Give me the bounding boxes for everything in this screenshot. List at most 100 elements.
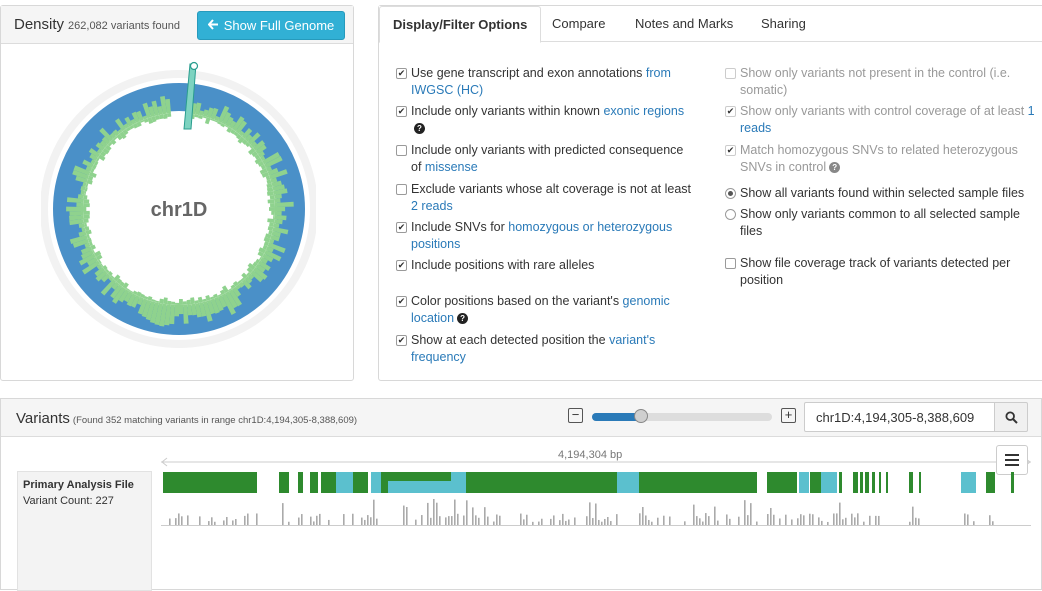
compare-option[interactable]: Show all variants found within selected … [725, 185, 1035, 202]
filter-option[interactable]: ✔ Show at each detected position the vari… [396, 332, 696, 366]
checkbox[interactable]: ✔ [396, 106, 407, 117]
annotation-block[interactable] [839, 472, 842, 493]
checkbox[interactable]: ✔ [396, 296, 407, 307]
compare-option[interactable]: Show only variants common to all selecte… [725, 206, 1035, 240]
checkbox[interactable] [396, 145, 407, 156]
annotation-block[interactable] [336, 472, 353, 493]
tab-notes-and-marks[interactable]: Notes and Marks [622, 6, 746, 43]
checkbox[interactable]: ✔ [725, 106, 736, 117]
compare-option[interactable]: Show file coverage track of variants det… [725, 255, 1035, 289]
checkbox[interactable] [725, 68, 736, 79]
annotation-block[interactable] [821, 472, 837, 493]
checkbox[interactable]: ✔ [396, 260, 407, 271]
frequency-bar [756, 521, 758, 525]
checkbox[interactable]: ✔ [396, 68, 407, 79]
annotation-block[interactable] [353, 472, 368, 493]
filter-option[interactable]: ✔ Include SNVs for homozygous or heterozy… [396, 219, 696, 253]
annotation-block[interactable] [1011, 472, 1014, 493]
show-full-genome-button[interactable]: Show Full Genome [197, 11, 345, 40]
checkbox[interactable] [396, 184, 407, 195]
checkbox[interactable] [725, 258, 736, 269]
frequency-bar [553, 515, 555, 525]
compare-option[interactable]: ✔ Show only variants with control coverag… [725, 103, 1035, 137]
zoom-in-button[interactable]: + [781, 408, 796, 423]
frequency-bar [223, 520, 225, 525]
annotation-block[interactable] [310, 472, 318, 493]
annotation-block[interactable] [799, 472, 809, 493]
annotation-block[interactable] [617, 472, 639, 493]
annotation-block[interactable] [163, 472, 257, 493]
option-link[interactable]: 2 reads [411, 199, 453, 213]
region-marker-handle[interactable] [189, 61, 199, 71]
annotation-block[interactable] [872, 472, 875, 493]
annotation-block[interactable] [639, 472, 757, 493]
filter-option[interactable]: Exclude variants whose alt coverage is n… [396, 181, 696, 215]
option-label: Include positions with rare alleles [411, 258, 595, 272]
option-text: Include only variants within known exoni… [411, 103, 696, 137]
annotation-block[interactable] [860, 472, 863, 493]
annotation-block[interactable] [961, 472, 976, 493]
option-link[interactable]: exonic regions [603, 104, 684, 118]
region-input[interactable] [804, 402, 996, 432]
frequency-bar [550, 518, 552, 525]
frequency-bar [747, 515, 749, 525]
filter-option[interactable]: ✔ Include only variants within known exon… [396, 103, 696, 137]
help-icon[interactable]: ? [414, 123, 425, 135]
annotation-block[interactable] [381, 472, 388, 493]
option-label: Show file coverage track of variants det… [740, 256, 1011, 287]
zoom-out-button[interactable]: − [568, 408, 583, 423]
option-text: Exclude variants whose alt coverage is n… [411, 181, 696, 215]
radio-button[interactable] [725, 209, 736, 220]
annotation-block[interactable] [865, 472, 869, 493]
compare-option[interactable]: Show only variants not present in the co… [725, 65, 1035, 99]
zoom-slider-handle[interactable] [633, 409, 648, 423]
annotation-block[interactable] [466, 472, 617, 493]
annotation-block[interactable] [298, 472, 303, 493]
annotation-block[interactable] [810, 472, 821, 493]
compare-option[interactable]: ✔ Match homozygous SNVs to related hetero… [725, 142, 1035, 176]
frequency-bar [726, 514, 728, 525]
help-icon[interactable]: ? [829, 162, 841, 174]
chromosome-density-plot[interactable]: chr1D [40, 54, 318, 359]
region-search-button[interactable] [994, 402, 1028, 432]
tab-display-filter-options[interactable]: Display/Filter Options [379, 6, 542, 43]
filter-option[interactable]: ✔ Use gene transcript and exon annotation… [396, 65, 696, 99]
checkbox[interactable]: ✔ [396, 222, 407, 233]
filter-option[interactable]: Include only variants with predicted con… [396, 142, 696, 176]
annotation-block[interactable] [919, 472, 921, 493]
zoom-slider[interactable] [592, 409, 772, 423]
filter-option[interactable]: ✔ Color positions based on the variant's … [396, 293, 696, 327]
frequency-track [161, 499, 1031, 526]
variants-title: Variants (Found 352 matching variants in … [16, 410, 357, 427]
annotation-block[interactable] [853, 472, 858, 493]
option-link[interactable]: missense [425, 160, 478, 174]
radio-button[interactable] [725, 188, 736, 199]
variant-track[interactable] [161, 471, 1031, 531]
annotation-block[interactable] [886, 472, 888, 493]
track-label: Primary Analysis File Variant Count: 227 [17, 471, 152, 591]
filter-option[interactable]: ✔ Include positions with rare alleles [396, 257, 696, 274]
help-icon[interactable]: ? [457, 313, 469, 325]
annotation-block[interactable] [879, 472, 881, 493]
frequency-bar [744, 500, 746, 525]
frequency-bar [199, 516, 201, 525]
annotation-block[interactable] [279, 472, 289, 493]
annotation-block[interactable] [321, 472, 336, 493]
frequency-bar [717, 520, 719, 525]
density-bar [80, 190, 85, 195]
annotation-block[interactable] [767, 472, 797, 493]
frequency-bar [708, 516, 710, 525]
checkbox[interactable]: ✔ [396, 335, 407, 346]
frequency-bar [693, 504, 695, 525]
frequency-bar [475, 515, 477, 525]
annotation-track[interactable] [163, 472, 1014, 493]
annotation-block[interactable] [371, 472, 381, 493]
annotation-block[interactable] [909, 472, 913, 493]
frequency-bar [232, 520, 234, 525]
density-bar-inner [166, 113, 172, 118]
density-panel: Density 262,082 variants found Show Full … [0, 5, 354, 381]
tab-compare[interactable]: Compare [539, 6, 618, 43]
annotation-block[interactable] [986, 472, 995, 493]
tab-sharing[interactable]: Sharing [748, 6, 819, 43]
checkbox[interactable]: ✔ [725, 145, 736, 156]
